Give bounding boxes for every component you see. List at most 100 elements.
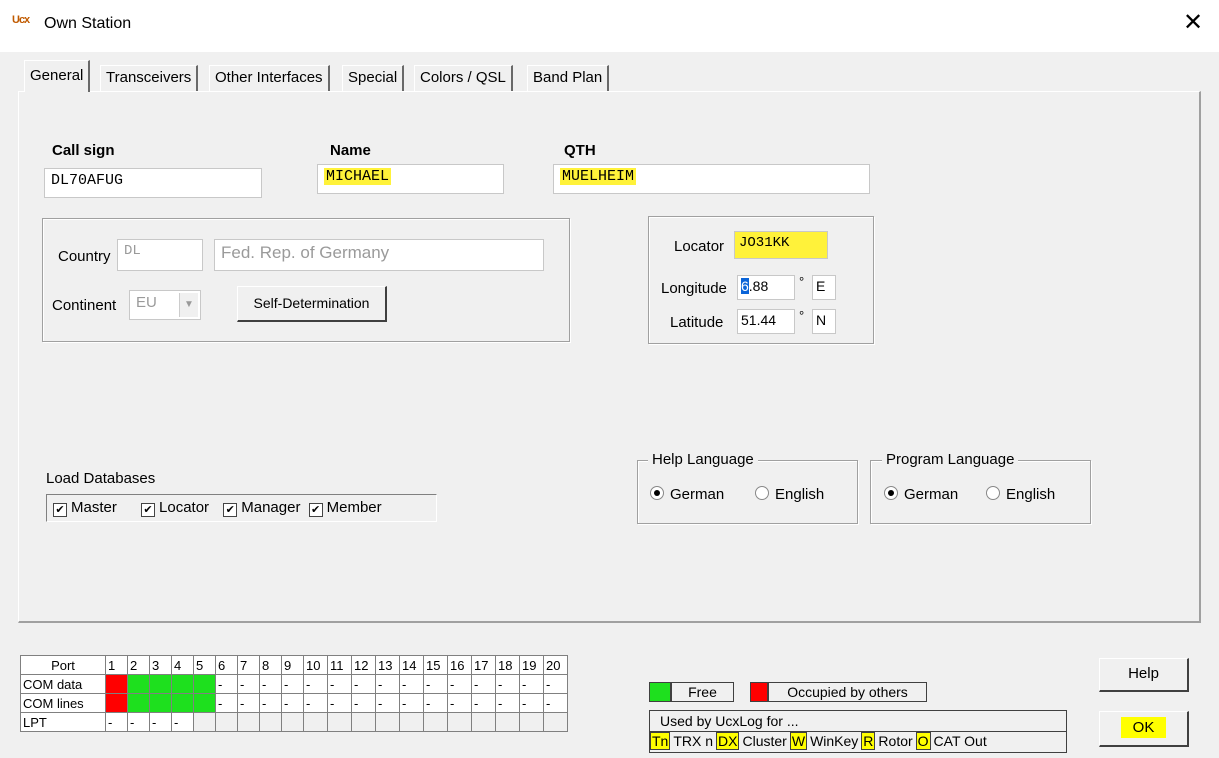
tab-special[interactable]: Special <box>342 65 405 91</box>
port-cell: - <box>447 674 472 694</box>
longitude-input[interactable]: 6.88 <box>737 275 795 300</box>
help-german-label: German <box>670 486 725 503</box>
self-determination-button[interactable]: Self-Determination <box>237 286 387 322</box>
longitude-rest: .88 <box>748 278 769 294</box>
port-number: 12 <box>351 655 376 675</box>
program-language-english[interactable]: English <box>986 486 1055 503</box>
tab-transceivers[interactable]: Transceivers <box>100 65 199 91</box>
continent-select[interactable]: EU ▼ <box>129 290 201 320</box>
port-cell: - <box>423 674 448 694</box>
checkbox-master[interactable]: ✔ Master <box>53 499 117 517</box>
radio-selected-icon <box>650 486 664 500</box>
used-by-label: Used by UcxLog for ... <box>649 710 1067 732</box>
legend-code-text: CAT Out <box>933 733 987 749</box>
checkbox-locator[interactable]: ✔ Locator <box>141 499 209 517</box>
check-icon: ✔ <box>223 503 238 517</box>
port-cell <box>127 693 150 713</box>
port-cell <box>193 693 216 713</box>
port-cell: - <box>171 712 194 732</box>
latitude-degree-label: ° <box>799 308 805 323</box>
port-cell <box>375 712 400 732</box>
radio-icon <box>755 486 769 500</box>
port-cell: - <box>399 693 424 713</box>
port-cell: - <box>215 693 238 713</box>
qth-value: MUELHEIM <box>560 168 637 185</box>
port-number: 18 <box>495 655 520 675</box>
chevron-down-icon[interactable]: ▼ <box>179 293 198 317</box>
callsign-input[interactable]: DL70AFUG <box>44 168 262 198</box>
help-language-label: Help Language <box>648 451 758 468</box>
port-cell <box>171 693 194 713</box>
callsign-label: Call sign <box>52 142 115 159</box>
check-icon: ✔ <box>53 503 67 517</box>
port-cell: - <box>149 712 172 732</box>
check-icon: ✔ <box>141 503 156 517</box>
port-number: 19 <box>519 655 544 675</box>
port-number: 7 <box>237 655 260 675</box>
help-button[interactable]: Help <box>1099 658 1189 692</box>
port-cell <box>327 712 352 732</box>
qth-input[interactable]: MUELHEIM <box>553 164 870 194</box>
port-cell: - <box>259 693 282 713</box>
tab-other-interfaces[interactable]: Other Interfaces <box>209 65 330 91</box>
port-number: 6 <box>215 655 238 675</box>
port-cell: - <box>447 693 472 713</box>
ok-button[interactable]: OK <box>1099 711 1189 747</box>
port-cell: - <box>495 693 520 713</box>
port-cell: - <box>281 693 304 713</box>
legend-code-text: Rotor <box>878 733 913 749</box>
tab-band-plan[interactable]: Band Plan <box>527 65 610 91</box>
port-number: 4 <box>171 655 194 675</box>
port-number: 17 <box>471 655 496 675</box>
port-number: 1 <box>105 655 128 675</box>
port-cell: - <box>495 674 520 694</box>
locator-input[interactable]: JO31KK <box>734 231 828 259</box>
check-icon: ✔ <box>308 503 323 517</box>
port-cell <box>171 674 194 694</box>
free-swatch <box>649 682 671 702</box>
port-cell <box>519 712 544 732</box>
help-language-german[interactable]: German <box>650 486 724 503</box>
longitude-direction-input[interactable]: E <box>812 275 836 300</box>
port-number: 3 <box>149 655 172 675</box>
latitude-input[interactable]: 51.44 <box>737 309 795 334</box>
port-cell <box>543 712 568 732</box>
port-cell: - <box>105 712 128 732</box>
port-cell: - <box>127 712 150 732</box>
tab-colors-qsl[interactable]: Colors / QSL <box>414 65 513 91</box>
port-cell: - <box>519 674 544 694</box>
help-language-english[interactable]: English <box>755 486 824 503</box>
checkbox-member[interactable]: ✔ Member <box>308 499 382 517</box>
port-cell <box>259 712 282 732</box>
port-cell: - <box>543 674 568 694</box>
program-language-german[interactable]: German <box>884 486 958 503</box>
legend-code-tag: R <box>861 732 876 750</box>
port-cell <box>447 712 472 732</box>
port-number: 13 <box>375 655 400 675</box>
close-icon[interactable]: ✕ <box>1178 8 1208 38</box>
port-cell <box>423 712 448 732</box>
used-by-codes: Tn TRX n DX Cluster W WinKey R Rotor O CAT Out <box>649 732 1067 753</box>
latitude-direction-input[interactable]: N <box>812 309 836 334</box>
load-databases-label: Load Databases <box>46 470 156 487</box>
port-number: 8 <box>259 655 282 675</box>
load-databases-box: ✔ Master ✔ Locator ✔ Manager ✔ Member <box>46 494 437 522</box>
occupied-swatch <box>750 682 768 702</box>
port-row-label: COM data <box>20 674 106 694</box>
app-icon: Ucx <box>12 14 30 26</box>
port-cell: - <box>423 693 448 713</box>
port-cell <box>495 712 520 732</box>
tab-general[interactable]: General <box>24 60 91 92</box>
port-row-label: LPT <box>20 712 106 732</box>
port-cell: - <box>351 674 376 694</box>
country-label: Country <box>58 248 111 265</box>
title-bar <box>0 0 1219 52</box>
legend-code-tag: O <box>915 732 931 750</box>
port-cell <box>399 712 424 732</box>
longitude-label: Longitude <box>661 280 727 297</box>
qth-label: QTH <box>564 142 596 159</box>
port-number: 2 <box>127 655 150 675</box>
name-input[interactable]: MICHAEL <box>317 164 504 194</box>
checkbox-manager[interactable]: ✔ Manager <box>223 499 300 517</box>
port-cell: - <box>303 693 328 713</box>
